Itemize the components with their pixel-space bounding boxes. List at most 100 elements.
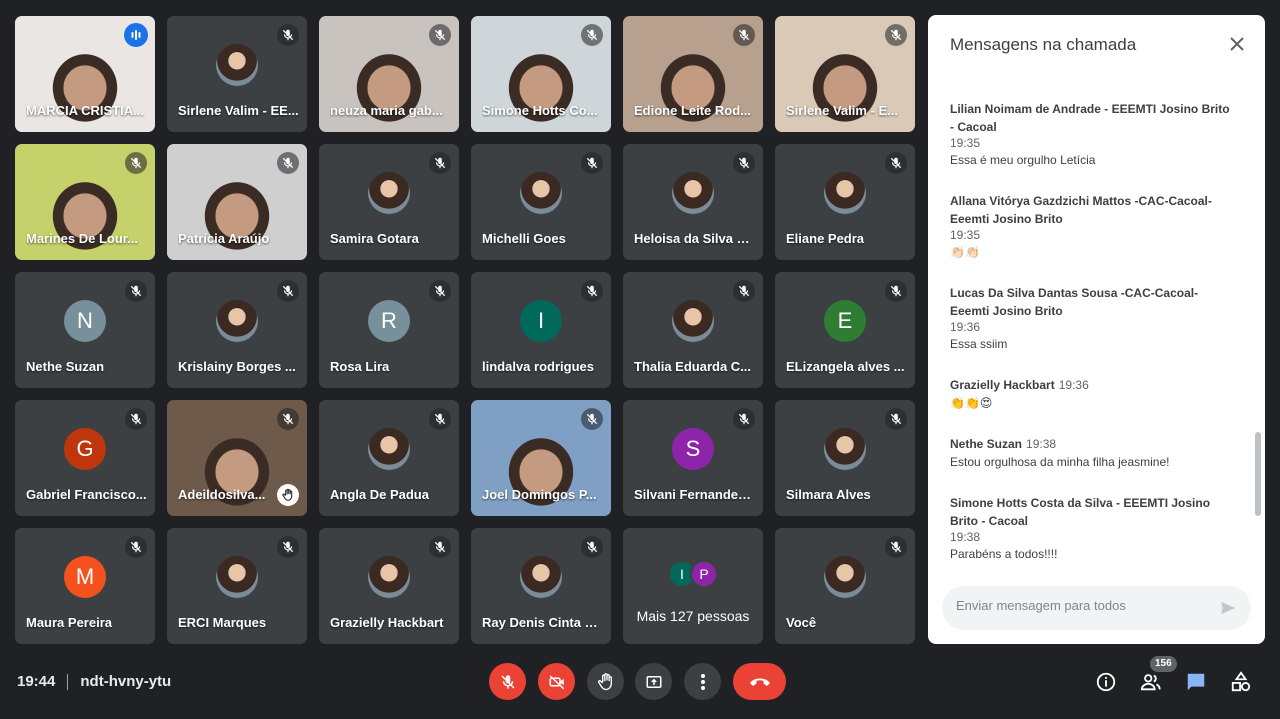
participant-avatar [824, 172, 866, 214]
chat-message-text: Essa ssiim [950, 337, 1008, 351]
participant-name: Eliane Pedra [786, 231, 865, 246]
participant-name: MARCIA CRISTIA... [26, 103, 144, 118]
bottom-toolbar: 19:44 ndt-hvny-ytu [0, 650, 1280, 719]
mic-toggle-button[interactable] [489, 663, 526, 700]
meeting-code: ndt-hvny-ytu [80, 673, 172, 690]
mic-off-icon [429, 280, 451, 302]
mic-off-icon [277, 536, 299, 558]
participant-avatar: S [672, 428, 714, 470]
send-icon[interactable] [1219, 599, 1237, 617]
raise-hand-button[interactable] [587, 663, 624, 700]
participant-avatar [368, 172, 410, 214]
mic-off-icon [429, 24, 451, 46]
participant-tile[interactable]: M Maura Pereira [15, 528, 155, 644]
participant-tile[interactable]: MARCIA CRISTIA... [15, 16, 155, 132]
participant-tile[interactable]: Heloisa da Silva S... [623, 144, 763, 260]
participant-tile[interactable]: Eliane Pedra [775, 144, 915, 260]
participant-tile[interactable]: Sirlene Valim - EE... [167, 16, 307, 132]
participants-button[interactable] [1139, 670, 1163, 694]
participant-name: Ray Denis Cinta L... [482, 615, 603, 630]
participant-name: Michelli Goes [482, 231, 566, 246]
participant-avatar [824, 428, 866, 470]
participant-tile[interactable]: Ilindalva rodrigues [471, 272, 611, 388]
chat-message-input[interactable] [956, 598, 1206, 613]
participant-tile[interactable]: Simone Hotts Co... [471, 16, 611, 132]
participant-tile[interactable]: S Silvani Fernandes... [623, 400, 763, 516]
mic-off-icon [125, 152, 147, 174]
chat-message-text: Essa é meu orgulho Letícia [950, 153, 1096, 167]
participant-name: Silmara Alves [786, 487, 871, 502]
mic-off-icon [733, 280, 755, 302]
more-options-button[interactable] [684, 663, 721, 700]
participant-tile[interactable]: neuza maria gab... [319, 16, 459, 132]
participant-name: Gabriel Francisco... [26, 487, 147, 502]
participant-avatar [824, 556, 866, 598]
chat-scrollbar[interactable] [1255, 80, 1261, 580]
chat-title: Mensagens na chamada [950, 35, 1137, 54]
mic-off-icon [277, 280, 299, 302]
participant-tile[interactable]: Joel Domingos P... [471, 400, 611, 516]
participant-name: Joel Domingos P... [482, 487, 597, 502]
participant-name: Samira Gotara [330, 231, 419, 246]
participant-tile[interactable]: Você [775, 528, 915, 644]
mic-off-icon [733, 24, 755, 46]
mic-off-icon [429, 152, 451, 174]
more-participants-tile[interactable]: I P Mais 127 pessoas [623, 528, 763, 644]
participant-name: Simone Hotts Co... [482, 103, 598, 118]
participant-tile[interactable]: R Rosa Lira [319, 272, 459, 388]
camera-toggle-button[interactable] [538, 663, 575, 700]
participant-avatar [368, 556, 410, 598]
mic-off-icon [277, 24, 299, 46]
mic-off-icon [885, 536, 907, 558]
participant-tile[interactable]: E ELizangela alves ... [775, 272, 915, 388]
leave-call-button[interactable] [733, 663, 786, 700]
participant-avatar [672, 300, 714, 342]
mic-off-icon [885, 280, 907, 302]
participant-tile[interactable]: Thalia Eduarda C... [623, 272, 763, 388]
participant-avatar: M [64, 556, 106, 598]
participant-tile[interactable]: Grazielly Hackbart [319, 528, 459, 644]
participant-tile[interactable]: Samira Gotara [319, 144, 459, 260]
participant-tile[interactable]: Angla De Padua [319, 400, 459, 516]
meeting-details-button[interactable] [1094, 670, 1118, 694]
mic-off-icon [581, 280, 603, 302]
participant-tile[interactable]: Edione Leite Rod... [623, 16, 763, 132]
participant-avatar [216, 44, 258, 86]
participant-tile[interactable]: ERCI Marques [167, 528, 307, 644]
participant-tile[interactable]: Marines De Lour... [15, 144, 155, 260]
participant-tile[interactable]: Ray Denis Cinta L... [471, 528, 611, 644]
participant-tile[interactable]: Michelli Goes [471, 144, 611, 260]
participant-name: Rosa Lira [330, 359, 390, 374]
participant-name: Nethe Suzan [26, 359, 105, 374]
participant-name: lindalva rodrigues [482, 359, 594, 374]
chat-button[interactable] [1184, 670, 1208, 694]
close-icon[interactable] [1227, 34, 1247, 54]
chat-message-sender: Nethe Suzan [950, 437, 1023, 451]
participant-tile[interactable]: G Gabriel Francisco... [15, 400, 155, 516]
chat-message: Grazielly Hackbart 19:36 👏👏😍 [950, 376, 1236, 412]
participant-tile[interactable]: N Nethe Suzan [15, 272, 155, 388]
activities-button[interactable] [1229, 670, 1253, 694]
mic-off-icon [885, 24, 907, 46]
mic-off-icon [581, 408, 603, 430]
participant-avatar: N [64, 300, 106, 342]
chat-message-text: Estou orgulhosa da minha filha jeasmine! [950, 455, 1170, 469]
chat-panel: Mensagens na chamada Lilian Noimam de An… [928, 15, 1265, 644]
chat-message: Lilian Noimam de Andrade - EEEMTI Josino… [950, 100, 1236, 169]
participant-name: Sirlene Valim - E... [786, 103, 898, 118]
participant-tile[interactable]: Adeildosilva... [167, 400, 307, 516]
participant-tile[interactable]: Patrícia Araújo [167, 144, 307, 260]
participant-avatar [672, 172, 714, 214]
mic-off-icon [885, 152, 907, 174]
participant-tile[interactable]: Krislainy Borges ... [167, 272, 307, 388]
participant-name: Edione Leite Rod... [634, 103, 752, 118]
present-screen-button[interactable] [635, 663, 672, 700]
participant-tile[interactable]: Silmara Alves [775, 400, 915, 516]
mic-off-icon [125, 536, 147, 558]
mic-off-icon [581, 24, 603, 46]
chat-composer [942, 586, 1251, 630]
mic-off-icon [277, 408, 299, 430]
participant-avatar: E [824, 300, 866, 342]
participant-tile[interactable]: Sirlene Valim - E... [775, 16, 915, 132]
participant-name: Krislainy Borges ... [178, 359, 296, 374]
